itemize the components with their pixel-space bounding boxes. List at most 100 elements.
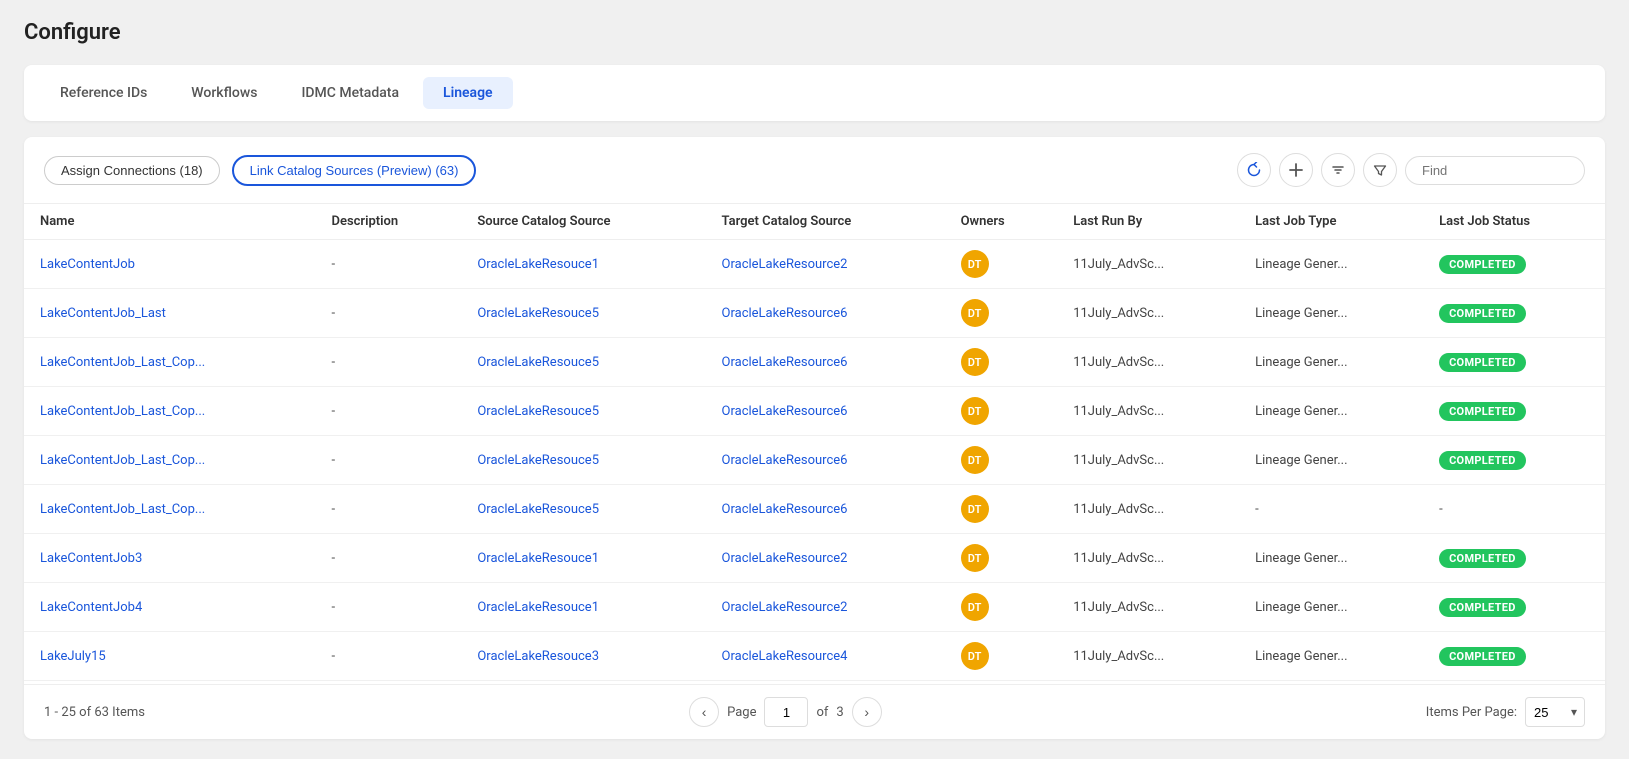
table-container: Name Description Source Catalog Source T… bbox=[24, 204, 1605, 684]
job-name-link[interactable]: LakeContentJob bbox=[40, 257, 135, 272]
cell-target[interactable]: OracleLakeResource4 bbox=[706, 632, 945, 681]
cell-source[interactable]: OracleLakeResouce1 bbox=[461, 534, 705, 583]
cell-target[interactable]: OracleLakeResource2 bbox=[706, 240, 945, 289]
cell-last-run-by: 11July_AdvSc... bbox=[1057, 534, 1239, 583]
cell-source[interactable]: OracleLakeResouce3 bbox=[461, 632, 705, 681]
tabs-container: Reference IDs Workflows IDMC Metadata Li… bbox=[24, 65, 1605, 121]
cell-source[interactable]: OracleLakeResouce5 bbox=[461, 338, 705, 387]
cell-name[interactable]: LakeContentJob_Last_Cop... bbox=[24, 485, 315, 534]
cell-source[interactable]: OracleLakeResouce5 bbox=[461, 387, 705, 436]
job-name-link[interactable]: LakeContentJob4 bbox=[40, 600, 142, 615]
owner-avatar: DT bbox=[961, 544, 989, 572]
page-label: Page bbox=[727, 705, 756, 720]
status-badge: COMPLETED bbox=[1439, 647, 1526, 666]
main-card: Assign Connections (18) Link Catalog Sou… bbox=[24, 137, 1605, 739]
table-row: LakeContentJob_Last_Cop... - OracleLakeR… bbox=[24, 436, 1605, 485]
cell-target[interactable]: OracleLakeResource2 bbox=[706, 583, 945, 632]
items-per-page-select[interactable]: 25 50 100 bbox=[1525, 697, 1585, 727]
cell-name[interactable]: LakeContentJob bbox=[24, 240, 315, 289]
table-row: LakeContentJob_Last_Cop... - OracleLakeR… bbox=[24, 485, 1605, 534]
cell-target[interactable]: OracleLakeResource6 bbox=[706, 387, 945, 436]
status-badge: COMPLETED bbox=[1439, 304, 1526, 323]
cell-name[interactable]: LakeContentJob_Last_Cop... bbox=[24, 436, 315, 485]
cell-name[interactable]: LakeContentJob_Last bbox=[24, 289, 315, 338]
cell-target[interactable]: OracleLakeResource6 bbox=[706, 289, 945, 338]
table-row: LakeContentJob - OracleLakeResouce1 Orac… bbox=[24, 240, 1605, 289]
owner-avatar: DT bbox=[961, 495, 989, 523]
cell-owners: DT bbox=[945, 289, 1058, 338]
filter-button[interactable] bbox=[1363, 153, 1397, 187]
cell-name[interactable]: LakeContentJob_Last_Cop... bbox=[24, 387, 315, 436]
status-badge: COMPLETED bbox=[1439, 451, 1526, 470]
cell-owners: DT bbox=[945, 534, 1058, 583]
job-name-link[interactable]: LakeContentJob_Last_Cop... bbox=[40, 502, 205, 517]
job-name-link[interactable]: LakeContentJob3 bbox=[40, 551, 142, 566]
cell-name[interactable]: LakeContentJob_Last_Cop... bbox=[24, 338, 315, 387]
toolbar-right bbox=[1237, 153, 1585, 187]
job-name-link[interactable]: LakeContentJob_Last bbox=[40, 306, 166, 321]
cell-last-job-status: COMPLETED bbox=[1423, 240, 1605, 289]
cell-last-job-type: Lineage Gener... bbox=[1239, 534, 1423, 583]
cell-last-job-type: Lineage Gener... bbox=[1239, 289, 1423, 338]
cell-target[interactable]: OracleLakeResource6 bbox=[706, 436, 945, 485]
cell-target[interactable]: OracleLakeResource6 bbox=[706, 485, 945, 534]
cell-description: - bbox=[315, 583, 461, 632]
page-number-input[interactable] bbox=[764, 697, 808, 727]
sort-button[interactable] bbox=[1321, 153, 1355, 187]
job-name-link[interactable]: LakeContentJob_Last_Cop... bbox=[40, 404, 205, 419]
pagination-bar: 1 - 25 of 63 Items ‹ Page of 3 › Items P… bbox=[24, 684, 1605, 739]
cell-last-job-status: COMPLETED bbox=[1423, 289, 1605, 338]
page-wrapper: Configure Reference IDs Workflows IDMC M… bbox=[0, 0, 1629, 759]
cell-description: - bbox=[315, 485, 461, 534]
cell-source[interactable]: OracleLakeResouce1 bbox=[461, 583, 705, 632]
cell-name[interactable]: LakeJuly15 bbox=[24, 632, 315, 681]
owner-avatar: DT bbox=[961, 250, 989, 278]
cell-last-job-status: COMPLETED bbox=[1423, 338, 1605, 387]
tab-reference-ids[interactable]: Reference IDs bbox=[40, 77, 167, 109]
assign-connections-button[interactable]: Assign Connections (18) bbox=[44, 156, 220, 185]
cell-source[interactable]: OracleLakeResouce5 bbox=[461, 436, 705, 485]
cell-name[interactable]: LakeContentJob4 bbox=[24, 583, 315, 632]
prev-page-button[interactable]: ‹ bbox=[689, 697, 719, 727]
job-name-link[interactable]: LakeContentJob_Last_Cop... bbox=[40, 453, 205, 468]
table-row: LakeContentJob_Last - OracleLakeResouce5… bbox=[24, 289, 1605, 338]
status-badge: COMPLETED bbox=[1439, 549, 1526, 568]
search-input[interactable] bbox=[1405, 156, 1585, 185]
add-button[interactable] bbox=[1279, 153, 1313, 187]
refresh-button[interactable] bbox=[1237, 153, 1271, 187]
cell-source[interactable]: OracleLakeResouce5 bbox=[461, 485, 705, 534]
cell-last-job-status: COMPLETED bbox=[1423, 534, 1605, 583]
cell-description: - bbox=[315, 632, 461, 681]
next-page-button[interactable]: › bbox=[852, 697, 882, 727]
cell-description: - bbox=[315, 240, 461, 289]
items-per-page-select-wrapper: 25 50 100 bbox=[1525, 697, 1585, 727]
items-per-page: Items Per Page: 25 50 100 bbox=[1426, 697, 1585, 727]
cell-last-job-status: COMPLETED bbox=[1423, 387, 1605, 436]
job-name-link[interactable]: LakeContentJob_Last_Cop... bbox=[40, 355, 205, 370]
toolbar: Assign Connections (18) Link Catalog Sou… bbox=[24, 137, 1605, 204]
tab-idmc-metadata[interactable]: IDMC Metadata bbox=[281, 77, 419, 109]
cell-source[interactable]: OracleLakeResouce5 bbox=[461, 289, 705, 338]
cell-owners: DT bbox=[945, 436, 1058, 485]
cell-source[interactable]: OracleLakeResouce1 bbox=[461, 240, 705, 289]
link-catalog-sources-button[interactable]: Link Catalog Sources (Preview) (63) bbox=[232, 155, 477, 186]
pagination-summary: 1 - 25 of 63 Items bbox=[44, 705, 145, 720]
tab-lineage[interactable]: Lineage bbox=[423, 77, 513, 109]
cell-last-run-by: 11July_AdvSc... bbox=[1057, 289, 1239, 338]
cell-name[interactable]: LakeContentJob3 bbox=[24, 534, 315, 583]
job-name-link[interactable]: LakeJuly15 bbox=[40, 649, 106, 664]
col-last-job-status: Last Job Status bbox=[1423, 204, 1605, 240]
status-badge: COMPLETED bbox=[1439, 353, 1526, 372]
cell-owners: DT bbox=[945, 387, 1058, 436]
tab-workflows[interactable]: Workflows bbox=[171, 77, 277, 109]
page-title: Configure bbox=[24, 20, 1605, 45]
total-pages: 3 bbox=[836, 705, 843, 720]
table-row: LakeJuly15 - OracleLakeResouce3 OracleLa… bbox=[24, 632, 1605, 681]
table-row: LakeContentJob_Last_Cop... - OracleLakeR… bbox=[24, 338, 1605, 387]
owner-avatar: DT bbox=[961, 299, 989, 327]
owner-avatar: DT bbox=[961, 642, 989, 670]
cell-target[interactable]: OracleLakeResource2 bbox=[706, 534, 945, 583]
owner-avatar: DT bbox=[961, 348, 989, 376]
col-target: Target Catalog Source bbox=[706, 204, 945, 240]
cell-target[interactable]: OracleLakeResource6 bbox=[706, 338, 945, 387]
